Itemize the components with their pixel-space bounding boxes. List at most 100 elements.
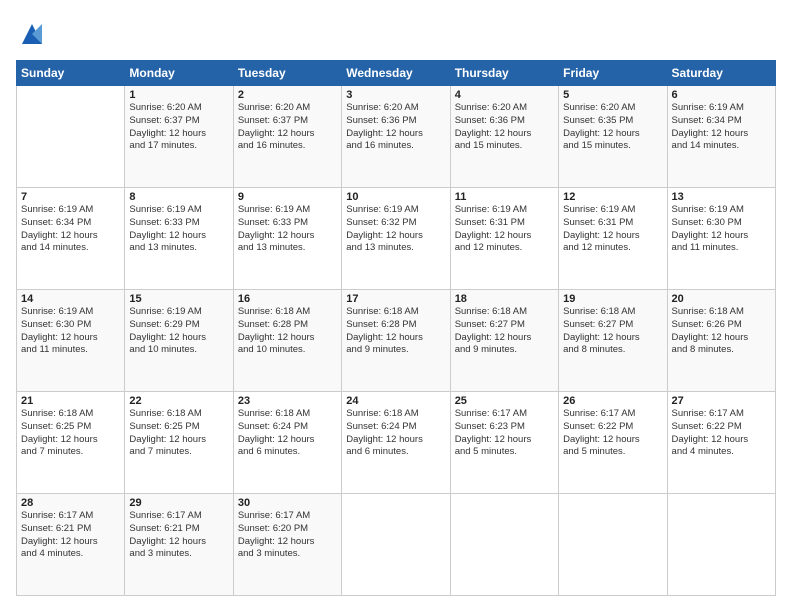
day-number: 2 (238, 89, 337, 101)
cell-info-line: Sunset: 6:35 PM (563, 115, 662, 128)
weekday-header-saturday: Saturday (667, 61, 775, 86)
cell-info-line: and 6 minutes. (238, 446, 337, 459)
cell-info-line: Sunset: 6:34 PM (21, 217, 120, 230)
calendar-cell: 13Sunrise: 6:19 AMSunset: 6:30 PMDayligh… (667, 188, 775, 290)
cell-info-line: Sunrise: 6:18 AM (346, 306, 445, 319)
cell-info-line: Sunset: 6:22 PM (672, 421, 771, 434)
calendar-cell (342, 494, 450, 596)
cell-info-line: and 12 minutes. (455, 242, 554, 255)
calendar-cell: 23Sunrise: 6:18 AMSunset: 6:24 PMDayligh… (233, 392, 341, 494)
cell-info-line: and 6 minutes. (346, 446, 445, 459)
week-row-0: 1Sunrise: 6:20 AMSunset: 6:37 PMDaylight… (17, 86, 776, 188)
cell-info-line: and 13 minutes. (238, 242, 337, 255)
day-number: 12 (563, 191, 662, 203)
calendar-cell: 19Sunrise: 6:18 AMSunset: 6:27 PMDayligh… (559, 290, 667, 392)
cell-info-line: Daylight: 12 hours (238, 128, 337, 141)
cell-info-line: Sunrise: 6:18 AM (238, 408, 337, 421)
cell-info-line: Sunset: 6:20 PM (238, 523, 337, 536)
cell-info-line: Sunset: 6:27 PM (455, 319, 554, 332)
cell-info-line: Sunrise: 6:17 AM (238, 510, 337, 523)
cell-info-line: Sunset: 6:23 PM (455, 421, 554, 434)
calendar-cell: 28Sunrise: 6:17 AMSunset: 6:21 PMDayligh… (17, 494, 125, 596)
cell-info-line: Sunset: 6:27 PM (563, 319, 662, 332)
calendar-cell: 6Sunrise: 6:19 AMSunset: 6:34 PMDaylight… (667, 86, 775, 188)
cell-info-line: Sunrise: 6:17 AM (21, 510, 120, 523)
cell-info-line: Sunset: 6:37 PM (129, 115, 228, 128)
cell-info-line: Sunrise: 6:19 AM (672, 204, 771, 217)
cell-info-line: and 9 minutes. (346, 344, 445, 357)
cell-info-line: Sunrise: 6:18 AM (21, 408, 120, 421)
cell-info-line: Sunrise: 6:19 AM (672, 102, 771, 115)
day-number: 19 (563, 293, 662, 305)
cell-info-line: Sunset: 6:26 PM (672, 319, 771, 332)
cell-info-line: and 3 minutes. (129, 548, 228, 561)
cell-info-line: and 8 minutes. (672, 344, 771, 357)
weekday-header-monday: Monday (125, 61, 233, 86)
day-number: 21 (21, 395, 120, 407)
cell-info-line: and 15 minutes. (455, 140, 554, 153)
calendar-table: SundayMondayTuesdayWednesdayThursdayFrid… (16, 60, 776, 596)
cell-info-line: Daylight: 12 hours (563, 434, 662, 447)
calendar-cell: 30Sunrise: 6:17 AMSunset: 6:20 PMDayligh… (233, 494, 341, 596)
calendar-cell (667, 494, 775, 596)
day-number: 25 (455, 395, 554, 407)
calendar-cell: 7Sunrise: 6:19 AMSunset: 6:34 PMDaylight… (17, 188, 125, 290)
cell-info-line: Sunset: 6:29 PM (129, 319, 228, 332)
cell-info-line: Daylight: 12 hours (455, 230, 554, 243)
cell-info-line: and 10 minutes. (129, 344, 228, 357)
calendar-cell: 9Sunrise: 6:19 AMSunset: 6:33 PMDaylight… (233, 188, 341, 290)
cell-info-line: Sunset: 6:31 PM (455, 217, 554, 230)
cell-info-line: and 7 minutes. (129, 446, 228, 459)
calendar-cell: 5Sunrise: 6:20 AMSunset: 6:35 PMDaylight… (559, 86, 667, 188)
day-number: 20 (672, 293, 771, 305)
cell-info-line: and 10 minutes. (238, 344, 337, 357)
week-row-1: 7Sunrise: 6:19 AMSunset: 6:34 PMDaylight… (17, 188, 776, 290)
day-number: 28 (21, 497, 120, 509)
day-number: 24 (346, 395, 445, 407)
cell-info-line: and 7 minutes. (21, 446, 120, 459)
cell-info-line: Daylight: 12 hours (21, 434, 120, 447)
cell-info-line: Sunset: 6:21 PM (129, 523, 228, 536)
cell-info-line: Daylight: 12 hours (238, 536, 337, 549)
day-number: 9 (238, 191, 337, 203)
cell-info-line: Sunset: 6:25 PM (21, 421, 120, 434)
cell-info-line: Daylight: 12 hours (129, 230, 228, 243)
cell-info-line: Daylight: 12 hours (563, 332, 662, 345)
cell-info-line: Sunset: 6:33 PM (238, 217, 337, 230)
calendar-cell: 16Sunrise: 6:18 AMSunset: 6:28 PMDayligh… (233, 290, 341, 392)
cell-info-line: Sunset: 6:30 PM (21, 319, 120, 332)
cell-info-line: Sunrise: 6:19 AM (21, 204, 120, 217)
cell-info-line: Sunrise: 6:18 AM (346, 408, 445, 421)
cell-info-line: Daylight: 12 hours (672, 128, 771, 141)
calendar-cell: 25Sunrise: 6:17 AMSunset: 6:23 PMDayligh… (450, 392, 558, 494)
cell-info-line: Daylight: 12 hours (672, 332, 771, 345)
cell-info-line: Sunrise: 6:18 AM (129, 408, 228, 421)
cell-info-line: Daylight: 12 hours (346, 434, 445, 447)
day-number: 6 (672, 89, 771, 101)
cell-info-line: Daylight: 12 hours (672, 434, 771, 447)
cell-info-line: Daylight: 12 hours (129, 332, 228, 345)
cell-info-line: Sunrise: 6:20 AM (563, 102, 662, 115)
logo-icon (18, 20, 46, 48)
cell-info-line: Sunset: 6:36 PM (346, 115, 445, 128)
cell-info-line: Sunset: 6:24 PM (346, 421, 445, 434)
weekday-header-tuesday: Tuesday (233, 61, 341, 86)
cell-info-line: Sunset: 6:24 PM (238, 421, 337, 434)
day-number: 16 (238, 293, 337, 305)
weekday-header-thursday: Thursday (450, 61, 558, 86)
cell-info-line: Sunrise: 6:20 AM (455, 102, 554, 115)
cell-info-line: Sunset: 6:36 PM (455, 115, 554, 128)
cell-info-line: Daylight: 12 hours (455, 128, 554, 141)
page: SundayMondayTuesdayWednesdayThursdayFrid… (0, 0, 792, 612)
day-number: 13 (672, 191, 771, 203)
day-number: 15 (129, 293, 228, 305)
cell-info-line: Sunset: 6:21 PM (21, 523, 120, 536)
calendar-cell: 18Sunrise: 6:18 AMSunset: 6:27 PMDayligh… (450, 290, 558, 392)
cell-info-line: Sunrise: 6:17 AM (563, 408, 662, 421)
calendar-cell: 8Sunrise: 6:19 AMSunset: 6:33 PMDaylight… (125, 188, 233, 290)
week-row-3: 21Sunrise: 6:18 AMSunset: 6:25 PMDayligh… (17, 392, 776, 494)
cell-info-line: Sunset: 6:28 PM (346, 319, 445, 332)
cell-info-line: and 5 minutes. (563, 446, 662, 459)
calendar-cell: 24Sunrise: 6:18 AMSunset: 6:24 PMDayligh… (342, 392, 450, 494)
cell-info-line: Sunrise: 6:19 AM (129, 204, 228, 217)
